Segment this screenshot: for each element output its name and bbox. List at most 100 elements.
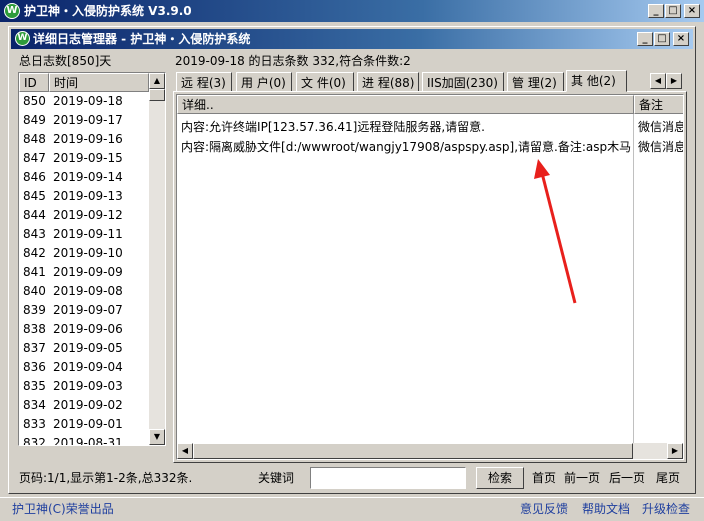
date-list-row[interactable]: 838 2019-09-06 — [19, 320, 149, 339]
inner-title-bar[interactable]: W 详细日志管理器 - 护卫神・入侵防护系统 _ □ × — [11, 29, 693, 49]
hscroll-right-arrow-icon[interactable]: ▶ — [667, 443, 683, 459]
date-list-row[interactable]: 847 2019-09-15 — [19, 149, 149, 168]
feedback-link[interactable]: 意见反馈 — [520, 501, 568, 517]
column-header-detail[interactable]: 详细.. — [177, 95, 634, 114]
first-page-link[interactable]: 首页 — [532, 470, 556, 486]
detail-list-row[interactable]: 内容:隔离威胁文件[d:/wwwroot/wangjy17908/aspspy.… — [177, 138, 683, 157]
row-date: 2019-09-14 — [53, 170, 123, 184]
hscroll-thumb[interactable] — [193, 443, 633, 459]
column-header-id[interactable]: ID — [19, 73, 49, 92]
outer-title-bar[interactable]: W 护卫神・入侵防护系统 V3.9.0 _ □ × — [0, 0, 704, 22]
last-page-link[interactable]: 尾页 — [656, 470, 680, 486]
row-note: 微信消息 — [638, 120, 683, 134]
date-list-row[interactable]: 840 2019-09-08 — [19, 282, 149, 301]
detail-hscrollbar[interactable]: ◀ ▶ — [177, 443, 683, 459]
tab-scroll-right-icon[interactable]: ▶ — [666, 73, 682, 89]
row-id: 835 — [23, 379, 46, 393]
scroll-down-arrow-icon[interactable]: ▼ — [149, 429, 165, 445]
page-info: 页码:1/1,显示第1-2条,总332条. — [19, 471, 193, 485]
inner-logo-icon: W — [15, 31, 30, 46]
date-list-row[interactable]: 835 2019-09-03 — [19, 377, 149, 396]
tab-file[interactable]: 文 件(0) — [296, 72, 354, 92]
row-date: 2019-09-07 — [53, 303, 123, 317]
date-list-row[interactable]: 832 2019-08-31 — [19, 434, 149, 445]
row-date: 2019-09-16 — [53, 132, 123, 146]
date-list-row[interactable]: 841 2019-09-09 — [19, 263, 149, 282]
scroll-up-arrow-icon[interactable]: ▲ — [149, 73, 165, 89]
row-id: 848 — [23, 132, 46, 146]
detail-list[interactable]: 详细.. 备注 内容:允许终端IP[123.57.36.41]远程登陆服务器,请… — [176, 94, 684, 460]
row-id: 837 — [23, 341, 46, 355]
row-id: 841 — [23, 265, 46, 279]
outer-close-button[interactable]: × — [684, 4, 700, 18]
outer-maximize-button[interactable]: □ — [665, 4, 681, 18]
date-list-row[interactable]: 850 2019-09-18 — [19, 92, 149, 111]
date-list-row[interactable]: 848 2019-09-16 — [19, 130, 149, 149]
row-date: 2019-09-17 — [53, 113, 123, 127]
row-date: 2019-09-10 — [53, 246, 123, 260]
tab-manage[interactable]: 管 理(2) — [507, 72, 564, 92]
copyright-text: 护卫神(C)荣誉出品 — [12, 502, 114, 516]
tab-scroll-left-icon[interactable]: ◀ — [650, 73, 666, 89]
total-log-label: 总日志数[850]天 — [19, 54, 112, 68]
row-id: 833 — [23, 417, 46, 431]
inner-minimize-button[interactable]: _ — [637, 32, 653, 46]
row-id: 839 — [23, 303, 46, 317]
row-id: 850 — [23, 94, 46, 108]
row-date: 2019-09-13 — [53, 189, 123, 203]
date-list-row[interactable]: 845 2019-09-13 — [19, 187, 149, 206]
row-date: 2019-09-03 — [53, 379, 123, 393]
date-list[interactable]: ID 时间 850 2019-09-18 849 2019-09-17 848 2019-… — [18, 72, 166, 446]
column-header-note[interactable]: 备注 — [634, 95, 683, 114]
row-date: 2019-09-02 — [53, 398, 123, 412]
prev-page-link[interactable]: 前一页 — [564, 470, 600, 486]
row-id: 847 — [23, 151, 46, 165]
row-note: 微信消息 — [638, 140, 683, 154]
date-list-row[interactable]: 833 2019-09-01 — [19, 415, 149, 434]
tab-process[interactable]: 进 程(88) — [357, 72, 419, 92]
row-id: 849 — [23, 113, 46, 127]
row-id: 838 — [23, 322, 46, 336]
date-list-rows: 850 2019-09-18 849 2019-09-17 848 2019-09-16 8… — [19, 92, 149, 445]
tab-remote[interactable]: 远 程(3) — [176, 72, 232, 92]
row-id: 844 — [23, 208, 46, 222]
date-list-row[interactable]: 844 2019-09-12 — [19, 206, 149, 225]
keyword-label: 关键词 — [258, 471, 295, 485]
tab-user[interactable]: 用 户(0) — [236, 72, 292, 92]
date-list-row[interactable]: 836 2019-09-04 — [19, 358, 149, 377]
tab-other[interactable]: 其 他(2) — [566, 70, 627, 92]
date-list-row[interactable]: 849 2019-09-17 — [19, 111, 149, 130]
keyword-input[interactable] — [310, 467, 466, 489]
detail-list-rows: 内容:允许终端IP[123.57.36.41]远程登陆服务器,请留意. 微信消息内… — [177, 114, 683, 444]
search-button[interactable]: 检索 — [476, 467, 524, 489]
row-id: 840 — [23, 284, 46, 298]
row-date: 2019-09-12 — [53, 208, 123, 222]
outer-minimize-button[interactable]: _ — [648, 4, 664, 18]
inner-maximize-button[interactable]: □ — [654, 32, 670, 46]
inner-window-title: 详细日志管理器 - 护卫神・入侵防护系统 — [33, 32, 251, 46]
row-id: 845 — [23, 189, 46, 203]
scroll-thumb[interactable] — [149, 89, 165, 101]
row-date: 2019-09-08 — [53, 284, 123, 298]
column-header-time[interactable]: 时间 — [49, 73, 149, 92]
date-list-scrollbar[interactable]: ▲ ▼ — [149, 73, 165, 445]
row-date: 2019-09-18 — [53, 94, 123, 108]
row-date: 2019-09-09 — [53, 265, 123, 279]
inner-close-button[interactable]: × — [673, 32, 689, 46]
log-summary: 2019-09-18 的日志条数 332,符合条件数:2 — [175, 54, 411, 68]
next-page-link[interactable]: 后一页 — [609, 470, 645, 486]
date-list-row[interactable]: 837 2019-09-05 — [19, 339, 149, 358]
help-docs-link[interactable]: 帮助文档 — [582, 501, 630, 517]
date-list-row[interactable]: 834 2019-09-02 — [19, 396, 149, 415]
tab-iis[interactable]: IIS加固(230) — [422, 72, 504, 92]
detail-list-row[interactable]: 内容:允许终端IP[123.57.36.41]远程登陆服务器,请留意. 微信消息 — [177, 118, 683, 137]
date-list-row[interactable]: 839 2019-09-07 — [19, 301, 149, 320]
date-list-row[interactable]: 843 2019-09-11 — [19, 225, 149, 244]
date-list-row[interactable]: 842 2019-09-10 — [19, 244, 149, 263]
date-list-row[interactable]: 846 2019-09-14 — [19, 168, 149, 187]
upgrade-check-link[interactable]: 升级检查 — [642, 501, 690, 517]
hscroll-left-arrow-icon[interactable]: ◀ — [177, 443, 193, 459]
row-id: 843 — [23, 227, 46, 241]
row-id: 846 — [23, 170, 46, 184]
row-date: 2019-09-11 — [53, 227, 123, 241]
